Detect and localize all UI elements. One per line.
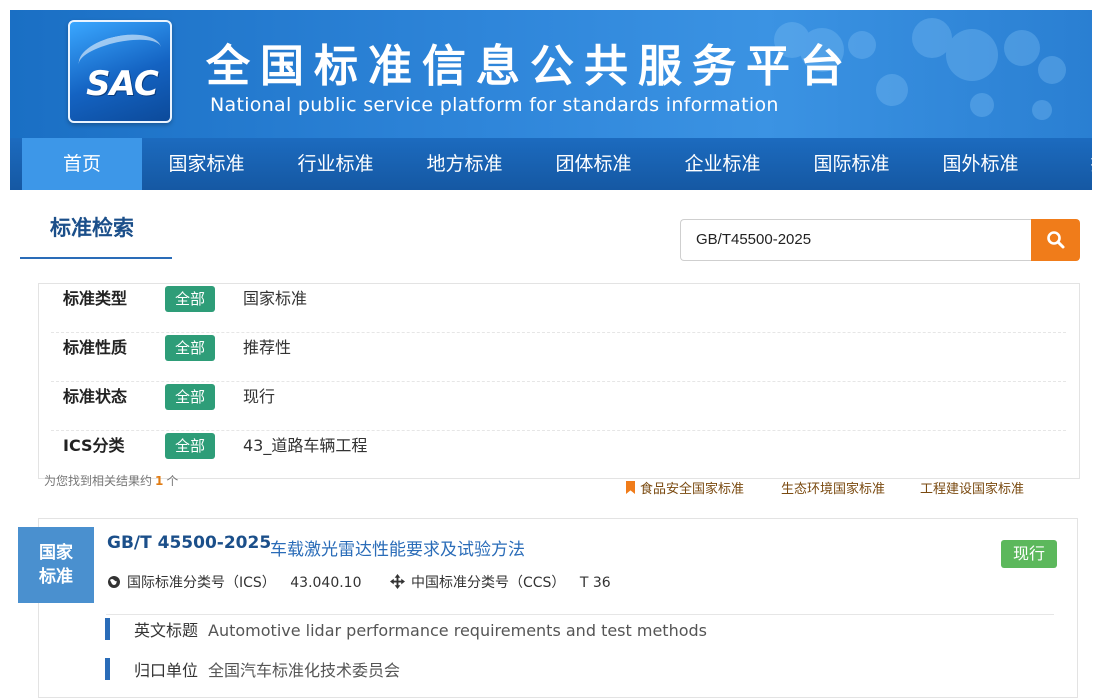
move-arrows-icon [390, 574, 405, 589]
org-row: 归口单位 全国汽车标准化技术委员会 [105, 657, 400, 681]
org-label: 归口单位 [134, 661, 199, 680]
search-input[interactable]: GB/T45500-2025 [680, 219, 1032, 261]
result-count-number: 1 [155, 474, 164, 488]
nav-item-group[interactable]: 团体标准 [529, 138, 658, 190]
bookmark-icon [626, 481, 635, 494]
result-count-prefix: 为您找到相关结果约 [44, 474, 153, 488]
org-value: 全国汽车标准化技术委员会 [208, 661, 401, 680]
link-food-safety[interactable]: 食品安全国家标准 [626, 478, 744, 497]
status-badge: 现行 [1001, 540, 1057, 568]
filter-row-ics: ICS分类 全部 43_道路车辆工程 [51, 431, 1066, 480]
nav-item-home[interactable]: 首页 [22, 138, 142, 190]
badge-line-1: 国家 [39, 543, 73, 563]
english-title-label: 英文标题 [134, 621, 199, 640]
english-title-value: Automotive lidar performance requirement… [208, 621, 707, 640]
header-banner: SAC 全国标准信息公共服务平台 National public service… [10, 10, 1092, 138]
filter-all-tag[interactable]: 全部 [165, 384, 215, 410]
link-construction[interactable]: 工程建设国家标准 [920, 478, 1024, 497]
link-eco-environment[interactable]: 生态环境国家标准 [781, 478, 885, 497]
standard-type-badge: 国家 标准 [18, 527, 94, 603]
tab-standard-search[interactable]: 标准检索 [50, 212, 134, 242]
filter-row-type: 标准类型 全部 国家标准 [51, 284, 1066, 333]
badge-line-2: 标准 [39, 567, 73, 587]
ics-value: 43.040.10 [290, 575, 362, 591]
nav-item-international[interactable]: 国际标准 [787, 138, 916, 190]
english-title-row: 英文标题 Automotive lidar performance require… [105, 617, 707, 641]
filter-row-nature: 标准性质 全部 推荐性 [51, 333, 1066, 382]
sac-logo[interactable]: SAC [68, 20, 172, 123]
ccs-label: 中国标准分类号（CCS） [411, 575, 566, 591]
result-count-suffix: 个 [166, 474, 179, 488]
filter-all-tag[interactable]: 全部 [165, 335, 215, 361]
nav-item-tech[interactable]: 技术 [1045, 138, 1092, 190]
filter-label: 标准性质 [63, 338, 128, 357]
search-icon [1046, 231, 1064, 249]
row-marker [105, 618, 110, 640]
filter-value[interactable]: 国家标准 [243, 284, 307, 314]
globe-icon [108, 576, 120, 588]
filter-value[interactable]: 现行 [243, 382, 275, 412]
filter-row-status: 标准状态 全部 现行 [51, 382, 1066, 431]
nav-item-industry[interactable]: 行业标准 [271, 138, 400, 190]
nav-item-foreign[interactable]: 国外标准 [916, 138, 1045, 190]
ccs-value: T 36 [579, 575, 611, 591]
filter-all-tag[interactable]: 全部 [165, 286, 215, 312]
filter-value[interactable]: 43_道路车辆工程 [243, 431, 367, 461]
filter-value[interactable]: 推荐性 [243, 333, 291, 363]
divider [106, 614, 1054, 615]
nav-item-local[interactable]: 地方标准 [400, 138, 529, 190]
main-nav: 首页 国家标准 行业标准 地方标准 团体标准 企业标准 国际标准 国外标准 技术 [10, 138, 1092, 190]
filter-panel: 标准类型 全部 国家标准 标准性质 全部 推荐性 标准状态 全部 现行 ICS分… [38, 283, 1080, 479]
site-title-en: National public service platform for sta… [210, 94, 779, 116]
search-button[interactable] [1031, 219, 1080, 261]
standard-number-link[interactable]: GB/T 45500-2025 [107, 533, 271, 553]
tab-underline [20, 257, 172, 259]
standard-title-link[interactable]: 车载激光雷达性能要求及试验方法 [270, 535, 525, 560]
ics-label: 国际标准分类号（ICS） [127, 575, 276, 591]
nav-item-national[interactable]: 国家标准 [142, 138, 271, 190]
ics-info: 国际标准分类号（ICS） 43.040.10 [107, 572, 362, 592]
filter-label: 标准类型 [63, 289, 128, 308]
site-title-cn: 全国标准信息公共服务平台 [206, 41, 854, 92]
nav-item-enterprise[interactable]: 企业标准 [658, 138, 787, 190]
ccs-info: 中国标准分类号（CCS） T 36 [390, 572, 611, 592]
row-marker [105, 658, 110, 680]
filter-all-tag[interactable]: 全部 [165, 433, 215, 459]
result-count: 为您找到相关结果约 1 个 [44, 472, 178, 489]
link-label: 食品安全国家标准 [640, 482, 745, 497]
filter-label: 标准状态 [63, 387, 128, 406]
logo-text: SAC [86, 64, 159, 104]
